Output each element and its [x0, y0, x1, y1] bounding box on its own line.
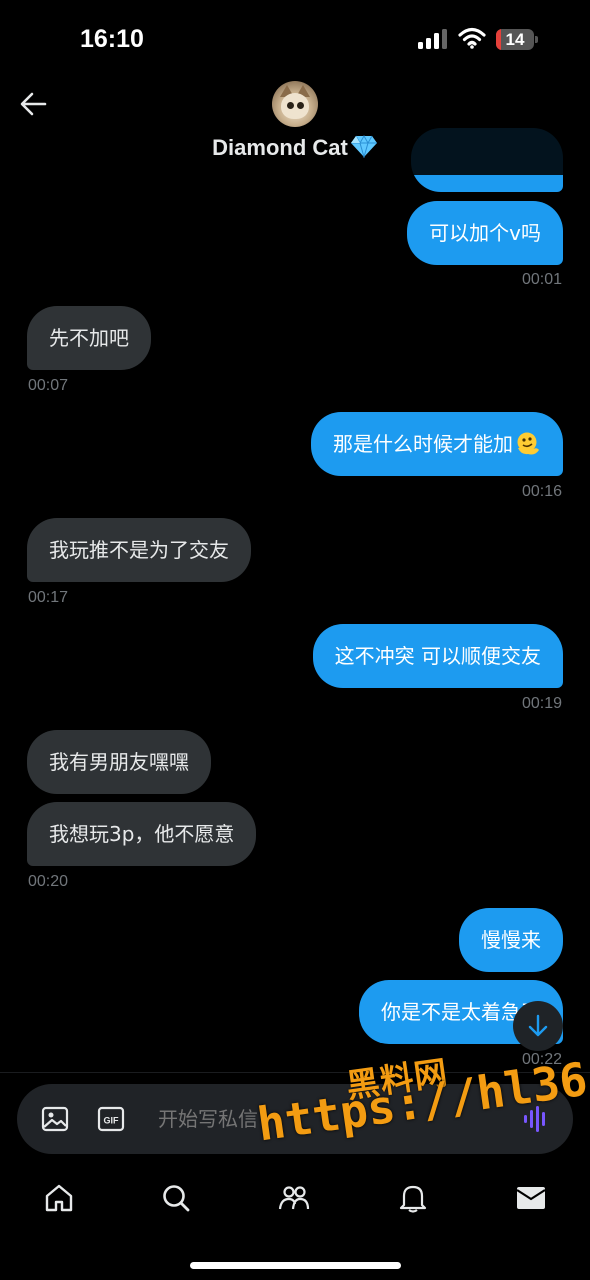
- gif-icon[interactable]: GIF: [97, 1106, 125, 1132]
- envelope-icon[interactable]: [515, 1182, 547, 1214]
- message-bubble-received[interactable]: 我玩推不是为了交友: [27, 518, 251, 582]
- wifi-icon: [458, 27, 486, 49]
- battery-icon: 14: [496, 29, 538, 50]
- image-icon[interactable]: [41, 1106, 69, 1132]
- message-text: 我玩推不是为了交友: [49, 538, 229, 562]
- contact-name[interactable]: Diamond Cat: [0, 134, 590, 161]
- message-timestamp: 00:07: [28, 377, 69, 394]
- battery-level: 14: [505, 30, 525, 49]
- message-timestamp: 00:17: [28, 589, 69, 606]
- message-text: 那是什么时候才能加: [333, 432, 513, 456]
- arrow-down-icon: [528, 1014, 548, 1037]
- message-timestamp: 00:19: [521, 695, 562, 712]
- svg-text:GIF: GIF: [104, 1116, 120, 1126]
- chat-header: 16:10 14 Diamond Cat: [0, 0, 590, 175]
- scroll-to-bottom-button[interactable]: [513, 1001, 563, 1051]
- home-icon[interactable]: [43, 1182, 75, 1214]
- message-timestamp: 00:16: [521, 483, 562, 500]
- search-icon[interactable]: [160, 1182, 192, 1214]
- message-timestamp: 00:20: [28, 873, 69, 890]
- message-text: 可以加个v吗: [429, 221, 541, 245]
- back-arrow-icon[interactable]: [16, 88, 50, 120]
- message-bubble-received[interactable]: 我想玩3p，他不愿意: [27, 802, 257, 866]
- message-text: 慢慢来: [481, 928, 541, 952]
- message-timestamp: 00:01: [521, 271, 562, 288]
- contact-name-text: Diamond Cat: [212, 135, 348, 160]
- gem-icon: [350, 134, 377, 158]
- message-bubble-sent[interactable]: 可以加个v吗: [407, 201, 563, 265]
- message-bubble-sent[interactable]: 这不冲突 可以顺便交友: [312, 624, 563, 688]
- melting-face-emoji: [517, 432, 539, 455]
- home-indicator[interactable]: [190, 1262, 401, 1269]
- cellular-signal-icon: [418, 29, 447, 49]
- message-bubble-received[interactable]: 我有男朋友嘿嘿: [27, 730, 211, 794]
- status-time: 16:10: [80, 25, 144, 53]
- message-text: 先不加吧: [49, 326, 129, 350]
- message-bubble-sent[interactable]: 慢慢来: [459, 908, 563, 972]
- message-text: 我想玩3p，他不愿意: [49, 822, 235, 846]
- contact-avatar[interactable]: [272, 81, 318, 127]
- bottom-nav: [0, 1165, 590, 1240]
- message-text: 这不冲突 可以顺便交友: [334, 644, 541, 668]
- bell-icon[interactable]: [397, 1182, 429, 1214]
- status-bar: 16:10 14: [0, 0, 590, 80]
- people-icon[interactable]: [278, 1182, 310, 1214]
- message-bubble-sent[interactable]: 那是什么时候才能加: [311, 412, 563, 476]
- message-bubble-received[interactable]: 先不加吧: [27, 306, 151, 370]
- message-text: 我有男朋友嘿嘿: [49, 750, 189, 774]
